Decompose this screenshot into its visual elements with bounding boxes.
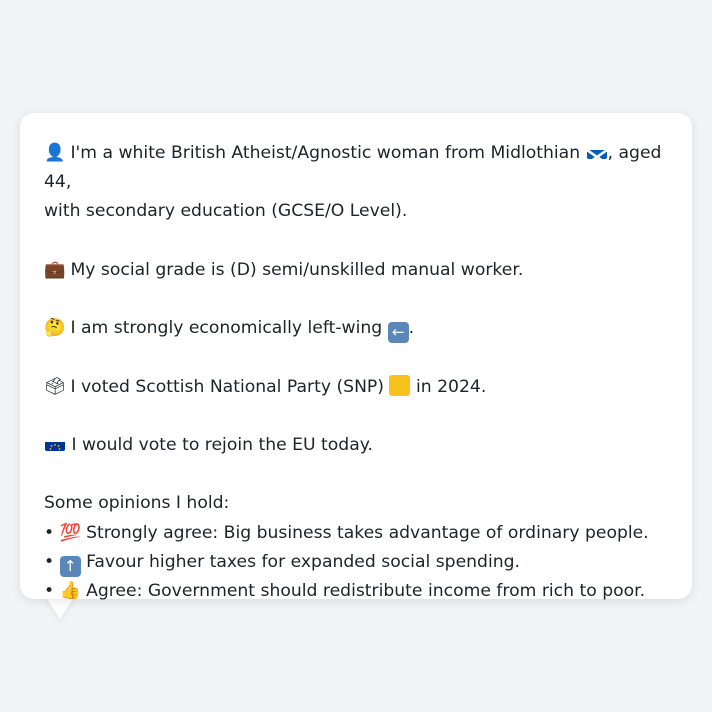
bust-in-silhouette-icon: 👤 <box>44 143 66 163</box>
social-grade-text: My social grade is (D) semi/unskilled ma… <box>70 259 524 280</box>
eu-stance-text: I would vote to rejoin the EU today. <box>71 434 373 455</box>
left-arrow-icon: ← <box>387 322 409 344</box>
scotland-flag-icon <box>586 145 607 159</box>
up-arrow-icon: ↑ <box>59 555 81 577</box>
economic-stance-period: . <box>408 318 415 339</box>
opinion-text: Strongly agree: Big business takes advan… <box>86 522 649 543</box>
thinking-face-icon: 🤔 <box>44 318 66 339</box>
thumbs-up-icon: 👍 <box>59 580 82 601</box>
hundred-points-icon: 💯 <box>59 522 82 543</box>
identity-text: I'm a white British Atheist/Agnostic wom… <box>70 143 581 163</box>
bullet: • <box>44 551 55 572</box>
vote-2024-line: 🗳 I voted Scottish National Party (SNP) … <box>44 373 668 402</box>
opinions-heading: Some opinions I hold: <box>44 493 230 514</box>
vote-year-text: in 2024. <box>415 376 487 397</box>
opinion-text: Favour higher taxes for expanded social … <box>86 551 520 572</box>
economic-stance-line: 🤔 I am strongly economically left-wing ←… <box>44 314 668 344</box>
eu-stance-line: I would vote to rejoin the EU today. <box>44 431 668 460</box>
economic-stance-text: I am strongly economically left-wing <box>70 318 383 339</box>
persona-speech-bubble: 👤 I'm a white British Atheist/Agnostic w… <box>20 113 692 601</box>
ballot-box-icon: 🗳 <box>44 376 66 397</box>
eu-flag-icon <box>45 437 65 451</box>
education-line: with secondary education (GCSE/O Level). <box>44 201 408 222</box>
social-grade-line: 💼 My social grade is (D) semi/unskilled … <box>44 256 668 285</box>
opinion-text: Agree: Government should redistribute in… <box>86 580 646 601</box>
persona-identity-line: 👤 I'm a white British Atheist/Agnostic w… <box>44 139 668 197</box>
opinion-item: • 👍 Agree: Government should redistribut… <box>44 577 668 606</box>
opinion-item: • 💯 Strongly agree: Big business takes a… <box>44 519 668 548</box>
bullet: • <box>44 522 55 543</box>
bullet: • <box>44 580 55 601</box>
yellow-square-icon <box>389 374 411 396</box>
vote-party-text: I voted Scottish National Party (SNP) <box>70 376 385 397</box>
opinion-item: • ↑ Favour higher taxes for expanded soc… <box>44 548 668 577</box>
briefcase-icon: 💼 <box>44 259 66 280</box>
